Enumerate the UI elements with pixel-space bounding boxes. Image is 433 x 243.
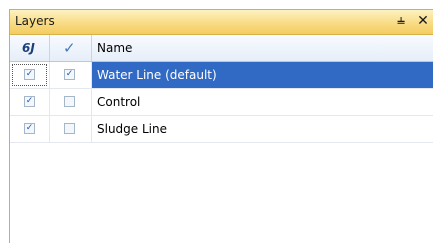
column-header-active[interactable]: ✓ xyxy=(50,35,92,61)
visibility-cell[interactable]: ✓ xyxy=(10,62,50,88)
active-cell[interactable]: ✓ xyxy=(50,116,92,142)
column-header-name[interactable]: Name xyxy=(92,35,433,61)
panel-title: Layers xyxy=(15,14,55,28)
active-cell[interactable]: ✓ xyxy=(50,62,92,88)
layers-panel: Layers ⫨ ✕ 6J ✓ Name ✓ ✓ Water Line (def… xyxy=(9,9,433,243)
pin-icon[interactable]: ⫨ xyxy=(394,13,408,29)
glasses-icon: 6J xyxy=(22,41,35,55)
layer-name: Water Line (default) xyxy=(97,68,217,82)
name-cell[interactable]: Water Line (default) xyxy=(92,62,433,88)
panel-title-bar[interactable]: Layers ⫨ ✕ xyxy=(10,10,433,35)
active-checkbox[interactable]: ✓ xyxy=(64,69,75,80)
checkmark-icon: ✓ xyxy=(63,39,76,57)
name-cell[interactable]: Control xyxy=(92,89,433,115)
column-header-visibility[interactable]: 6J xyxy=(10,35,50,61)
visibility-checkbox[interactable]: ✓ xyxy=(24,96,35,107)
active-checkbox[interactable]: ✓ xyxy=(64,123,75,134)
table-row[interactable]: ✓ ✓ Water Line (default) xyxy=(10,62,433,89)
visibility-checkbox[interactable]: ✓ xyxy=(24,123,35,134)
visibility-cell[interactable]: ✓ xyxy=(10,116,50,142)
table-row[interactable]: ✓ ✓ Control xyxy=(10,89,433,116)
active-checkbox[interactable]: ✓ xyxy=(64,96,75,107)
focus-rectangle xyxy=(12,64,47,86)
name-cell[interactable]: Sludge Line xyxy=(92,116,433,142)
grid-header: 6J ✓ Name xyxy=(10,35,433,62)
layer-name: Control xyxy=(97,95,141,109)
layers-grid: 6J ✓ Name ✓ ✓ Water Line (default) ✓ Con… xyxy=(10,35,433,143)
column-header-name-label: Name xyxy=(97,41,133,55)
active-cell[interactable]: ✓ xyxy=(50,89,92,115)
layer-name: Sludge Line xyxy=(97,122,167,136)
visibility-cell[interactable]: ✓ xyxy=(10,89,50,115)
close-icon[interactable]: ✕ xyxy=(415,13,431,29)
table-row[interactable]: ✓ ✓ Sludge Line xyxy=(10,116,433,143)
